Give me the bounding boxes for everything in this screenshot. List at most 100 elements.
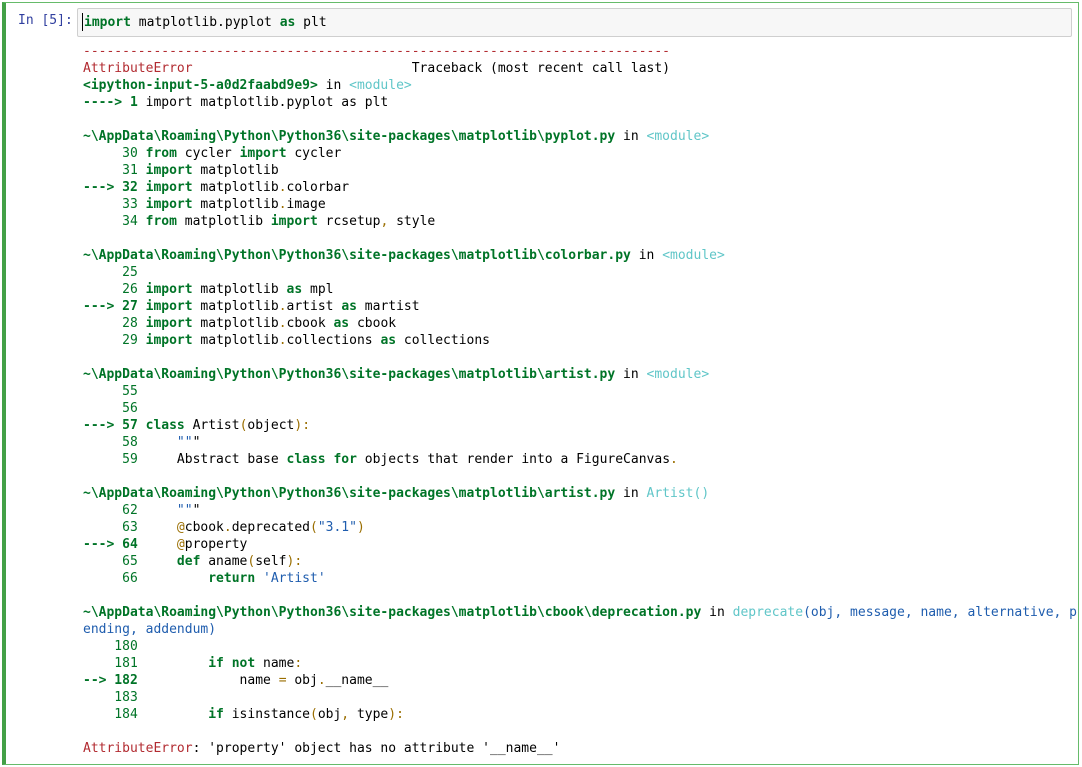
line-code: def aname(self): xyxy=(176,554,303,569)
frame-0-code: import matplotlib.pyplot as plt xyxy=(145,95,389,110)
traceback-header: AttributeError Traceback (most recent ca… xyxy=(83,60,1068,77)
traceback-code-line: 26 import matplotlib as mpl xyxy=(83,281,1068,298)
line-number: 34 xyxy=(83,214,146,229)
line-number: ---> 32 xyxy=(83,180,146,195)
line-number: 184 xyxy=(83,707,209,722)
traceback-separator: ----------------------------------------… xyxy=(83,44,670,59)
traceback-code-line: 181 if not name: xyxy=(83,655,1068,672)
traceback-code-line: 62 """ xyxy=(83,502,1068,519)
line-code: import matplotlib.colorbar xyxy=(145,180,350,195)
line-number: --> 182 xyxy=(83,673,240,688)
line-number: ---> 27 xyxy=(83,299,146,314)
line-code: """ xyxy=(176,435,201,450)
line-number: ---> 57 xyxy=(83,418,146,433)
traceback-code-line: 33 import matplotlib.image xyxy=(83,196,1068,213)
input-prompt: In [5]: xyxy=(18,13,73,28)
line-number: 55 xyxy=(83,384,138,399)
line-number: 65 xyxy=(83,554,177,569)
frame-2-file: ~\AppData\Roaming\Python\Python36\site-p… xyxy=(83,248,631,263)
line-code: import matplotlib as mpl xyxy=(145,282,334,297)
traceback-code-line: 63 @cbook.deprecated("3.1") xyxy=(83,519,1068,536)
line-number: 56 xyxy=(83,401,138,416)
frame-2-header: ~\AppData\Roaming\Python\Python36\site-p… xyxy=(83,247,1068,264)
frame-5-lines: 180 181 if not name: --> 182 name = obj._… xyxy=(83,638,1068,723)
frame-3-lines: 55 56 ---> 57 class Artist(object): 58 ""… xyxy=(83,383,1068,468)
traceback-code-line: 55 xyxy=(83,383,1068,400)
traceback-code-line: 59 Abstract base class for objects that … xyxy=(83,451,1068,468)
line-code: if isinstance(obj, type): xyxy=(208,707,404,722)
line-number: 66 xyxy=(83,571,209,586)
line-code: import matplotlib.artist as martist xyxy=(145,299,420,314)
frame-4-file: ~\AppData\Roaming\Python\Python36\site-p… xyxy=(83,486,616,501)
traceback-code-line: ---> 27 import matplotlib.artist as mart… xyxy=(83,298,1068,315)
frame-0-line: ----> 1 import matplotlib.pyplot as plt xyxy=(83,94,1068,111)
final-error-line: AttributeError: 'property' object has no… xyxy=(83,740,1068,757)
line-code: from matplotlib import rcsetup, style xyxy=(145,214,436,229)
traceback-code-line: ---> 57 class Artist(object): xyxy=(83,417,1068,434)
frame-3-file: ~\AppData\Roaming\Python\Python36\site-p… xyxy=(83,367,616,382)
line-code: @cbook.deprecated("3.1") xyxy=(176,520,365,535)
frame-4-lines: 62 """ 63 @cbook.deprecated("3.1") ---> 6… xyxy=(83,502,1068,587)
frame-2-lines: 25 26 import matplotlib as mpl ---> 27 im… xyxy=(83,264,1068,349)
line-number: 25 xyxy=(83,265,138,280)
line-number: 26 xyxy=(83,282,146,297)
code-input-area[interactable]: import matplotlib.pyplot as plt xyxy=(77,8,1072,37)
traceback-code-line: 56 xyxy=(83,400,1068,417)
frame-1-file: ~\AppData\Roaming\Python\Python36\site-p… xyxy=(83,129,616,144)
frame-0-arrow: ----> 1 xyxy=(83,95,146,110)
frame-2-in: in xyxy=(630,248,663,263)
line-number: 183 xyxy=(83,690,138,705)
line-number: ---> 64 xyxy=(83,537,177,552)
line-code: import matplotlib.collections as collect… xyxy=(145,333,491,348)
code-input-text: import matplotlib.pyplot as plt xyxy=(84,15,327,30)
frame-0-in: in xyxy=(317,78,350,93)
frame-3-in: in xyxy=(615,367,647,382)
frame-0-header: <ipython-input-5-a0d2faabd9e9> in <modul… xyxy=(83,77,1068,94)
line-code: from cycler import cycler xyxy=(145,146,342,161)
traceback-code-line: ---> 64 @property xyxy=(83,536,1068,553)
line-number: 180 xyxy=(83,639,138,654)
traceback-code-line: 28 import matplotlib.cbook as cbook xyxy=(83,315,1068,332)
line-code: import matplotlib.image xyxy=(145,197,326,212)
line-number: 33 xyxy=(83,197,146,212)
frame-4-in: in xyxy=(615,486,647,501)
line-number: 29 xyxy=(83,333,146,348)
frame-3-func: <module> xyxy=(646,367,710,382)
frame-1-in: in xyxy=(615,129,647,144)
frame-0-file: <ipython-input-5-a0d2faabd9e9> xyxy=(83,78,318,93)
traceback-code-line: ---> 32 import matplotlib.colorbar xyxy=(83,179,1068,196)
line-number: 31 xyxy=(83,163,146,178)
frame-5-header: ~\AppData\Roaming\Python\Python36\site-p… xyxy=(83,604,1077,621)
line-code: name = obj.__name__ xyxy=(239,673,389,688)
frame-4-header: ~\AppData\Roaming\Python\Python36\site-p… xyxy=(83,485,1068,502)
line-number: 63 xyxy=(83,520,177,535)
traceback-code-line: 183 xyxy=(83,689,1068,706)
frame-5-args-1: (obj, message, name, alternative, p xyxy=(803,605,1078,620)
frame-5-file: ~\AppData\Roaming\Python\Python36\site-p… xyxy=(83,605,702,620)
frame-1-func: <module> xyxy=(646,129,710,144)
frame-2-func: <module> xyxy=(662,248,725,263)
line-number: 59 xyxy=(83,452,177,467)
line-number: 62 xyxy=(83,503,177,518)
line-code: @property xyxy=(176,537,248,552)
frame-5-in: in xyxy=(701,605,733,620)
traceback-output: ----------------------------------------… xyxy=(83,43,1077,757)
line-code: class Artist(object): xyxy=(145,418,311,433)
frame-3-header: ~\AppData\Roaming\Python\Python36\site-p… xyxy=(83,366,1068,383)
traceback-code-line: 58 """ xyxy=(83,434,1068,451)
line-code: Abstract base class for objects that ren… xyxy=(176,452,678,467)
traceback-code-line: 65 def aname(self): xyxy=(83,553,1068,570)
line-number: 30 xyxy=(83,146,146,161)
header-spacer xyxy=(193,61,412,76)
traceback-code-line: 31 import matplotlib xyxy=(83,162,1068,179)
line-code: return 'Artist' xyxy=(208,571,326,586)
final-error-name: AttributeError xyxy=(83,741,193,756)
frame-1-header: ~\AppData\Roaming\Python\Python36\site-p… xyxy=(83,128,1068,145)
frame-4-func: Artist() xyxy=(646,486,710,501)
line-number: 58 xyxy=(83,435,177,450)
